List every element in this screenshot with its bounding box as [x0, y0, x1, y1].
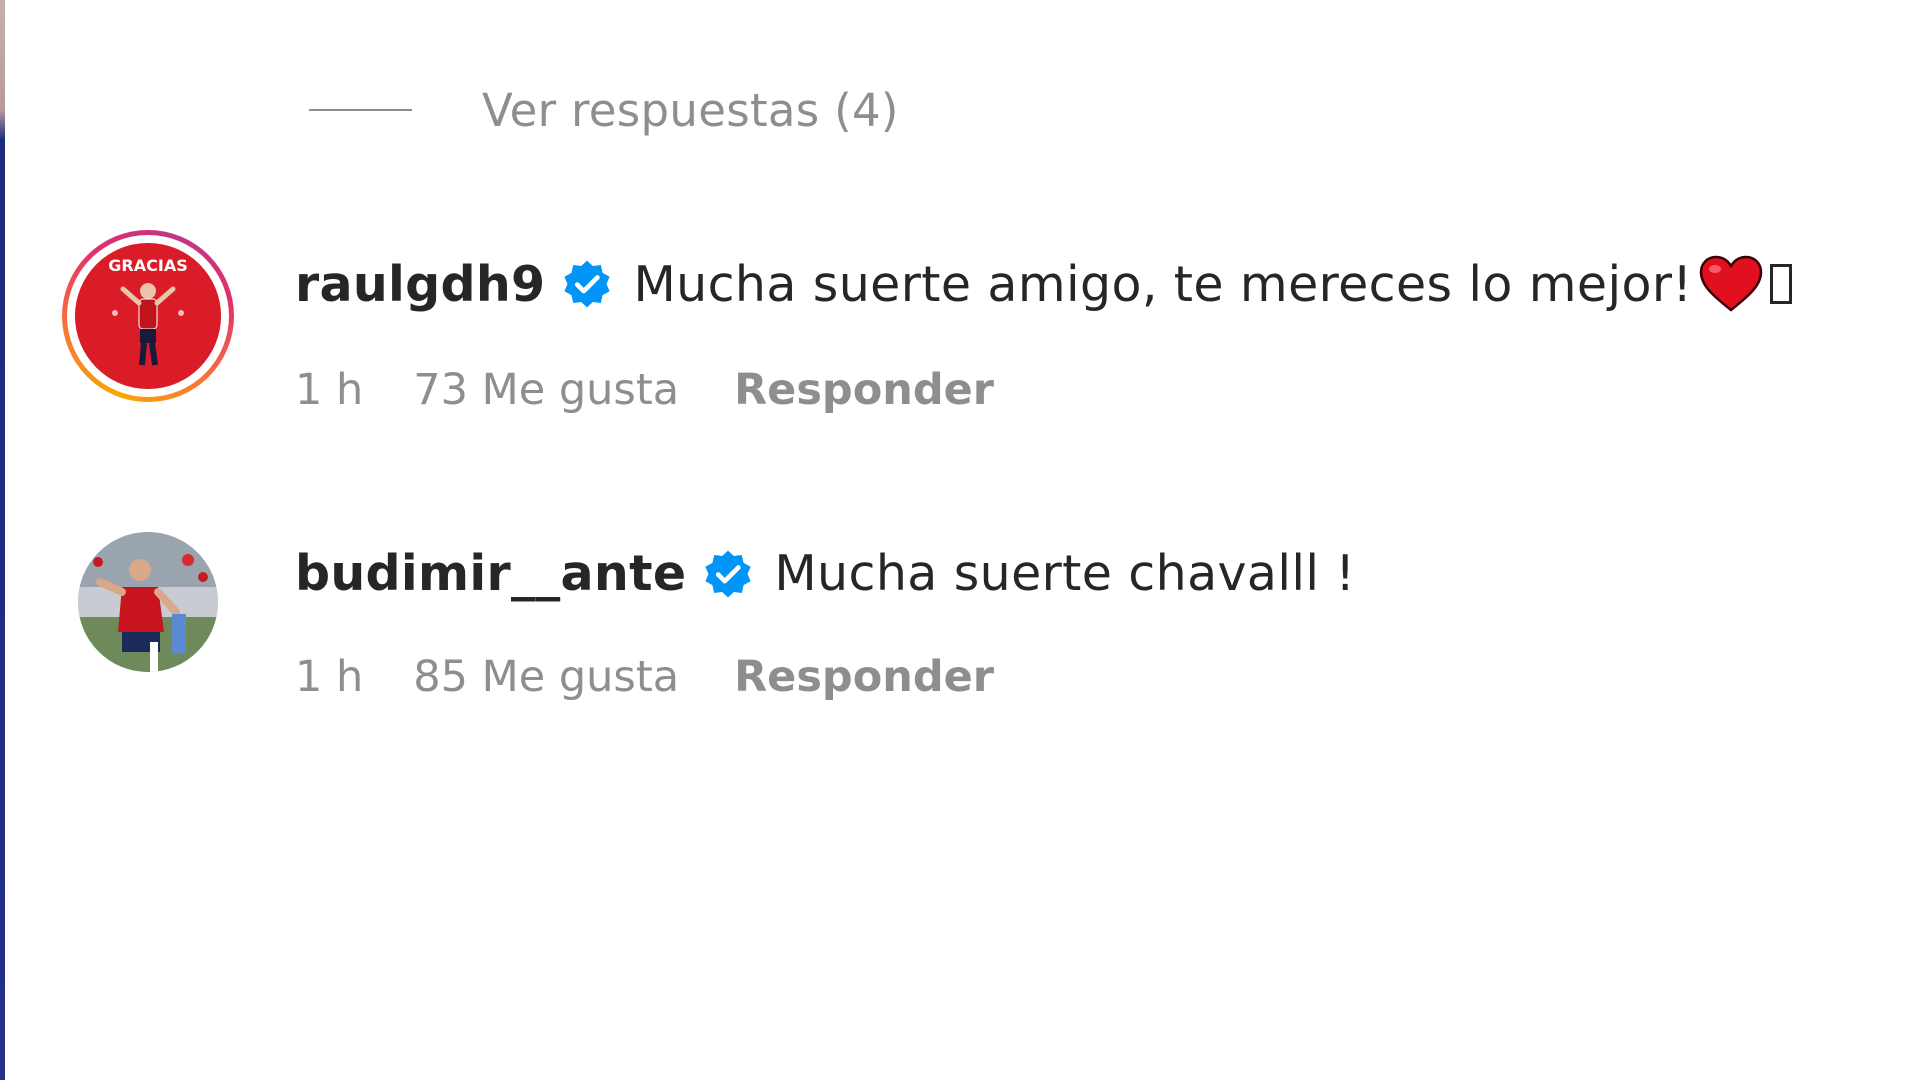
verified-badge-icon	[705, 550, 751, 597]
comment-username[interactable]: raulgdh9	[295, 256, 545, 313]
reply-button[interactable]: Responder	[734, 365, 994, 415]
verified-badge-icon	[564, 260, 611, 308]
comment-username[interactable]: budimir__ante	[295, 545, 686, 602]
svg-text:GRACIAS: GRACIAS	[108, 256, 187, 275]
view-replies-button[interactable]: Ver respuestas (4)	[309, 80, 899, 140]
comment-meta: 1 h 73 Me gusta Responder	[295, 365, 994, 415]
view-replies-label: Ver respuestas (4)	[482, 83, 899, 137]
avatar-story-ring[interactable]: GRACIAS	[62, 230, 234, 402]
reply-button[interactable]: Responder	[734, 652, 994, 702]
red-heart-emoji-icon	[1700, 255, 1763, 312]
avatar[interactable]	[78, 532, 218, 672]
comment-likes[interactable]: 73 Me gusta	[413, 365, 679, 415]
avatar: GRACIAS	[75, 243, 221, 389]
comments-panel: Ver respuestas (4) GRACIAS raulgdh9 Much…	[0, 0, 1920, 1080]
comment-likes[interactable]: 85 Me gusta	[413, 652, 679, 702]
missing-glyph-icon	[1770, 264, 1793, 304]
comment-text: Mucha suerte amigo, te mereces lo mejor!	[633, 255, 1693, 313]
window-edge	[0, 0, 5, 1080]
comment-time[interactable]: 1 h	[295, 652, 363, 702]
comment-body: raulgdh9 Mucha suerte amigo, te mereces …	[295, 255, 1793, 313]
comment-meta: 1 h 85 Me gusta Responder	[295, 652, 994, 702]
comment-text: Mucha suerte chavalll !	[774, 545, 1356, 602]
comment-time[interactable]: 1 h	[295, 365, 363, 415]
replies-divider-line	[309, 109, 412, 111]
comment-body: budimir__ante Mucha suerte chavalll !	[295, 545, 1355, 602]
